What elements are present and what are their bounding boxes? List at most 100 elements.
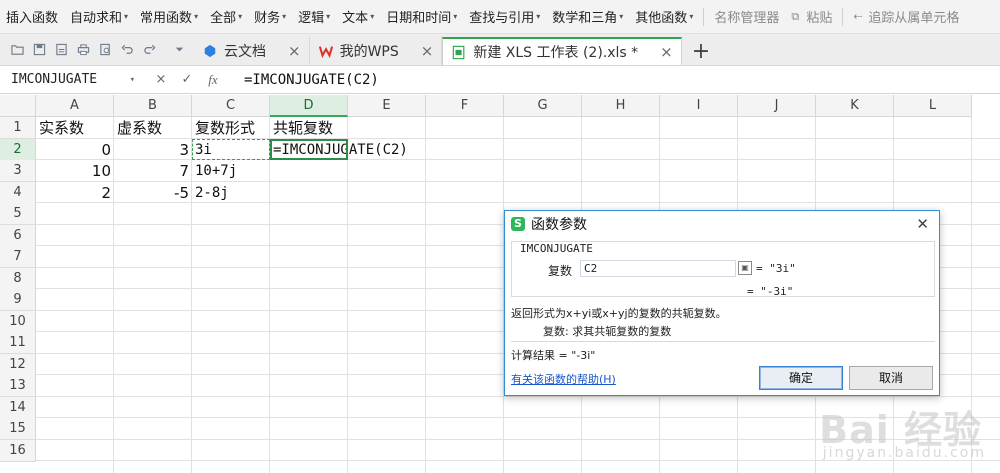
export-pdf-icon[interactable]: [50, 38, 72, 60]
chevron-down-icon[interactable]: ▾: [130, 75, 135, 85]
cell-b1[interactable]: 虚系数: [114, 117, 192, 139]
ribbon-item-6[interactable]: 文本 ▾: [336, 0, 380, 33]
chevron-down-icon: ▾: [689, 12, 694, 21]
column-header-b[interactable]: B: [114, 95, 192, 117]
column-header-l[interactable]: L: [894, 95, 972, 117]
ribbon-item-label: 日期和时间: [386, 11, 452, 26]
print-preview-icon[interactable]: [94, 38, 116, 60]
ribbon-item-8[interactable]: 查找与引用 ▾: [463, 0, 546, 33]
ribbon-item-2[interactable]: 常用函数 ▾: [134, 0, 204, 33]
insert-function-button[interactable]: fx: [200, 72, 226, 88]
name-box[interactable]: IMCONJUGATE ▾: [4, 68, 142, 91]
redo-icon[interactable]: [138, 38, 160, 60]
close-icon: ×: [155, 72, 167, 87]
ribbon-item-9[interactable]: 数学和三角 ▾: [546, 0, 629, 33]
open-folder-icon[interactable]: [6, 38, 28, 60]
ribbon-item-4[interactable]: 财务 ▾: [248, 0, 292, 33]
ribbon-item-label: 插入函数: [6, 11, 59, 26]
confirm-formula-button[interactable]: ✓: [174, 72, 200, 87]
cell-a2[interactable]: 0: [36, 139, 114, 161]
cancel-button[interactable]: 取消: [849, 366, 933, 390]
row-header-12[interactable]: 12: [0, 353, 36, 376]
column-header-a[interactable]: A: [36, 95, 114, 117]
help-link[interactable]: 有关该函数的帮助(H): [511, 371, 616, 387]
print-icon[interactable]: [72, 38, 94, 60]
row-header-15[interactable]: 15: [0, 418, 36, 440]
close-icon[interactable]: ×: [421, 42, 434, 60]
ribbon-item-label: 常用函数: [140, 11, 193, 26]
dialog-title-bar[interactable]: S 函数参数: [505, 211, 939, 237]
fx-icon: fx: [208, 71, 218, 87]
tab-my-wps[interactable]: 我的WPS ×: [310, 37, 443, 65]
chevron-down-icon: ▾: [194, 12, 199, 21]
undo-icon[interactable]: [116, 38, 138, 60]
column-header-j[interactable]: J: [738, 95, 816, 117]
document-tab-strip: 云文档 × 我的WPS × 新建 XLS 工作表 (2).xls * × +: [0, 34, 1000, 66]
ok-button[interactable]: 确定: [759, 366, 843, 390]
close-icon[interactable]: ×: [660, 43, 673, 61]
row-header-4[interactable]: 4: [0, 181, 36, 204]
chevron-down-icon: ▾: [536, 12, 541, 21]
column-header-k[interactable]: K: [816, 95, 894, 117]
cell-a1[interactable]: 实系数: [36, 117, 114, 139]
column-header-d[interactable]: D: [270, 95, 348, 117]
row-header-14[interactable]: 14: [0, 396, 36, 419]
trace-precedents-button[interactable]: ⇠ 追踪从属单元格: [847, 0, 965, 33]
row-header-7[interactable]: 7: [0, 246, 36, 268]
row-header-10[interactable]: 10: [0, 310, 36, 333]
new-tab-plus-icon[interactable]: +: [682, 37, 720, 65]
ribbon-item-10[interactable]: 其他函数 ▾: [629, 0, 699, 33]
ribbon-item-0[interactable]: 插入函数: [0, 0, 64, 33]
paste-button[interactable]: ⧉ 粘贴: [785, 0, 838, 33]
name-box-value: IMCONJUGATE: [11, 72, 98, 87]
column-header-e[interactable]: E: [348, 95, 426, 117]
row-header-5[interactable]: 5: [0, 203, 36, 225]
cell-b4[interactable]: -5: [114, 182, 192, 204]
close-icon[interactable]: ✕: [916, 215, 929, 233]
divider: [511, 341, 935, 342]
cell-a4[interactable]: 2: [36, 182, 114, 204]
row-header-11[interactable]: 11: [0, 332, 36, 354]
cell-b2[interactable]: 3: [114, 139, 192, 161]
ribbon-separator: [703, 7, 705, 26]
row-header-9[interactable]: 9: [0, 289, 36, 311]
ribbon-item-3[interactable]: 全部 ▾: [204, 0, 248, 33]
close-icon[interactable]: ×: [288, 42, 301, 60]
tab-label: 新建 XLS 工作表 (2).xls *: [473, 45, 639, 61]
cell-c1[interactable]: 复数形式: [192, 117, 270, 139]
row-header-8[interactable]: 8: [0, 267, 36, 290]
row-header-1[interactable]: 1: [0, 117, 36, 139]
column-header-h[interactable]: H: [582, 95, 660, 117]
cell-c3[interactable]: 10+7j: [192, 160, 270, 182]
ribbon-item-7[interactable]: 日期和时间 ▾: [380, 0, 463, 33]
tab-active-spreadsheet[interactable]: 新建 XLS 工作表 (2).xls * ×: [442, 37, 682, 65]
column-header-c[interactable]: C: [192, 95, 270, 117]
trace-icon: ⇠: [853, 10, 863, 23]
column-header-f[interactable]: F: [426, 95, 504, 117]
customize-toolbar-chevron-down-icon[interactable]: [168, 38, 190, 60]
column-header-g[interactable]: G: [504, 95, 582, 117]
cell-b3[interactable]: 7: [114, 160, 192, 182]
row-header-6[interactable]: 6: [0, 224, 36, 247]
ribbon-item-1[interactable]: 自动求和 ▾: [64, 0, 134, 33]
ribbon-item-label: 全部: [210, 11, 237, 26]
select-all-corner[interactable]: [0, 95, 36, 117]
tab-cloud-docs[interactable]: 云文档 ×: [194, 37, 310, 65]
row-header-13[interactable]: 13: [0, 375, 36, 397]
cancel-formula-button[interactable]: ×: [148, 72, 174, 87]
ribbon-item-5[interactable]: 逻辑 ▾: [292, 0, 336, 33]
range-picker-icon[interactable]: ▣: [738, 261, 752, 275]
argument-input[interactable]: C2: [580, 260, 736, 277]
formula-input[interactable]: =IMCONJUGATE(C2): [244, 72, 379, 88]
function-name: IMCONJUGATE: [520, 242, 593, 255]
cell-a3[interactable]: 10: [36, 160, 114, 182]
column-header-i[interactable]: I: [660, 95, 738, 117]
row-header-16[interactable]: 16: [0, 439, 36, 462]
row-header-2[interactable]: 2: [0, 138, 36, 161]
name-manager-button[interactable]: 名称管理器: [708, 0, 785, 33]
cell-d1[interactable]: 共轭复数: [270, 117, 348, 139]
row-header-3[interactable]: 3: [0, 160, 36, 182]
save-icon[interactable]: [28, 38, 50, 60]
cell-c4[interactable]: 2-8j: [192, 182, 270, 204]
ribbon-item-label: 其他函数: [635, 11, 688, 26]
